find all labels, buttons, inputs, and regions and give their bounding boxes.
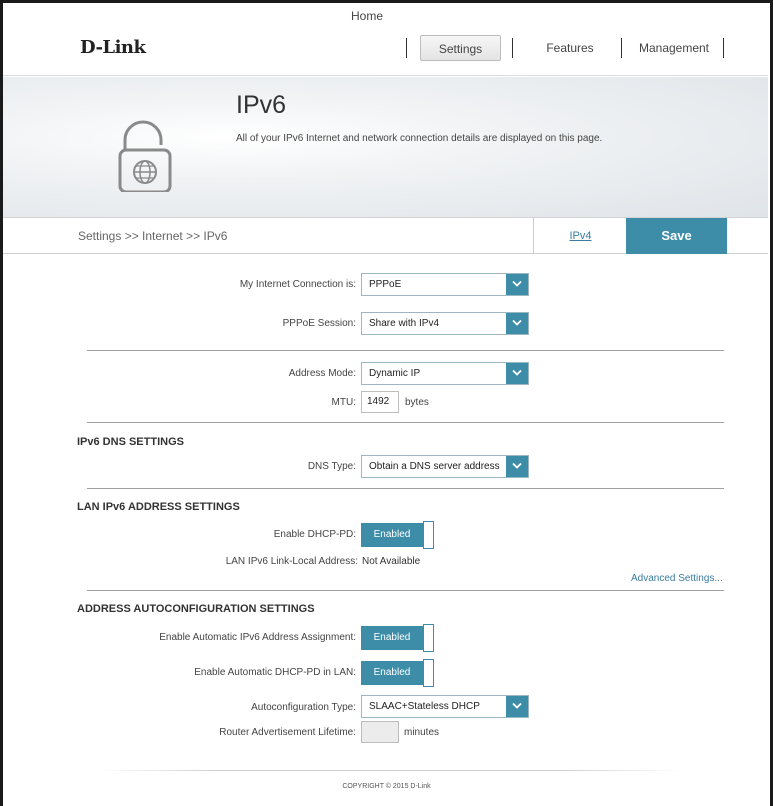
- chevron-down-icon: [506, 696, 528, 717]
- page-title: IPv6: [236, 91, 287, 119]
- dhcp-pd-toggle[interactable]: Enabled: [361, 521, 434, 549]
- toggle-knob: [423, 521, 434, 549]
- advanced-settings-link[interactable]: Advanced Settings...: [631, 573, 723, 584]
- pppoe-session-select[interactable]: Share with IPv4: [361, 312, 529, 335]
- toggle-knob: [423, 624, 434, 652]
- dns-type-select[interactable]: Obtain a DNS server address: [361, 455, 529, 478]
- breadcrumb-bar: Settings >> Internet >> IPv6 IPv4 Save: [3, 218, 768, 254]
- link-local-label: LAN IPv6 Link-Local Address:: [225, 556, 358, 567]
- dns-type-value: Obtain a DNS server address: [369, 461, 500, 472]
- nav-features[interactable]: Features: [532, 35, 608, 61]
- nav-management[interactable]: Management: [636, 35, 712, 61]
- mtu-label: MTU:: [331, 397, 356, 408]
- address-mode-value: Dynamic IP: [369, 368, 421, 379]
- divider: [87, 488, 724, 489]
- breadcrumb: Settings >> Internet >> IPv6: [78, 229, 228, 243]
- autoconf-section-heading: ADDRESS AUTOCONFIGURATION SETTINGS: [77, 603, 315, 615]
- link-local-value: Not Available: [362, 556, 421, 567]
- nav-separator: [723, 38, 724, 58]
- mtu-input[interactable]: 1492: [361, 391, 399, 413]
- nav-separator: [406, 38, 407, 58]
- chevron-down-icon: [506, 363, 528, 384]
- chevron-down-icon: [506, 456, 528, 477]
- divider: [87, 350, 724, 351]
- lan-section-heading: LAN IPv6 ADDRESS SETTINGS: [77, 501, 240, 513]
- header: D-Link Home Settings Features Management: [3, 3, 768, 76]
- auto-assign-state: Enabled: [361, 626, 423, 650]
- copyright: COPYRIGHT © 2015 D-Link: [342, 783, 431, 790]
- page-banner: IPv6 All of your IPv6 Internet and netwo…: [3, 77, 768, 218]
- nav-settings[interactable]: Settings: [420, 35, 501, 61]
- ipv4-link[interactable]: IPv4: [533, 218, 627, 254]
- address-mode-label: Address Mode:: [288, 368, 356, 379]
- connection-type-label: My Internet Connection is:: [239, 279, 356, 290]
- nav-separator: [621, 38, 622, 58]
- auto-dhcp-pd-state: Enabled: [361, 661, 423, 685]
- chevron-down-icon: [506, 313, 528, 334]
- ra-lifetime-unit: minutes: [404, 727, 440, 738]
- connection-type-value: PPPoE: [369, 279, 402, 290]
- autoconf-type-select[interactable]: SLAAC+Stateless DHCP: [361, 695, 529, 718]
- ra-lifetime-input[interactable]: [361, 721, 399, 743]
- page-description: All of your IPv6 Internet and network co…: [236, 133, 603, 144]
- pppoe-session-label: PPPoE Session:: [282, 318, 356, 329]
- toggle-knob: [423, 659, 434, 687]
- lock-globe-icon: [103, 112, 183, 195]
- ra-lifetime-label: Router Advertisement Lifetime:: [219, 727, 356, 738]
- divider: [87, 422, 724, 423]
- pppoe-session-value: Share with IPv4: [369, 318, 440, 329]
- dns-type-label: DNS Type:: [307, 461, 356, 472]
- dns-section-heading: IPv6 DNS SETTINGS: [77, 436, 184, 448]
- connection-type-select[interactable]: PPPoE: [361, 273, 529, 296]
- autoconf-type-label: Autoconfiguration Type:: [251, 702, 356, 713]
- auto-dhcp-pd-label: Enable Automatic DHCP-PD in LAN:: [194, 667, 356, 678]
- footer-divider: [100, 770, 680, 771]
- dhcp-pd-label: Enable DHCP-PD:: [273, 529, 356, 540]
- brand-logo[interactable]: D-Link: [80, 37, 146, 58]
- address-mode-select[interactable]: Dynamic IP: [361, 362, 529, 385]
- save-button[interactable]: Save: [626, 218, 727, 254]
- auto-dhcp-pd-toggle[interactable]: Enabled: [361, 659, 434, 687]
- auto-assign-toggle[interactable]: Enabled: [361, 624, 434, 652]
- auto-assign-label: Enable Automatic IPv6 Address Assignment…: [159, 632, 356, 643]
- chevron-down-icon: [506, 274, 528, 295]
- nav-separator: [512, 38, 513, 58]
- dhcp-pd-state: Enabled: [361, 523, 423, 547]
- nav-home[interactable]: Home: [337, 3, 397, 29]
- autoconf-type-value: SLAAC+Stateless DHCP: [369, 701, 480, 712]
- mtu-unit: bytes: [405, 397, 429, 408]
- divider: [87, 590, 724, 591]
